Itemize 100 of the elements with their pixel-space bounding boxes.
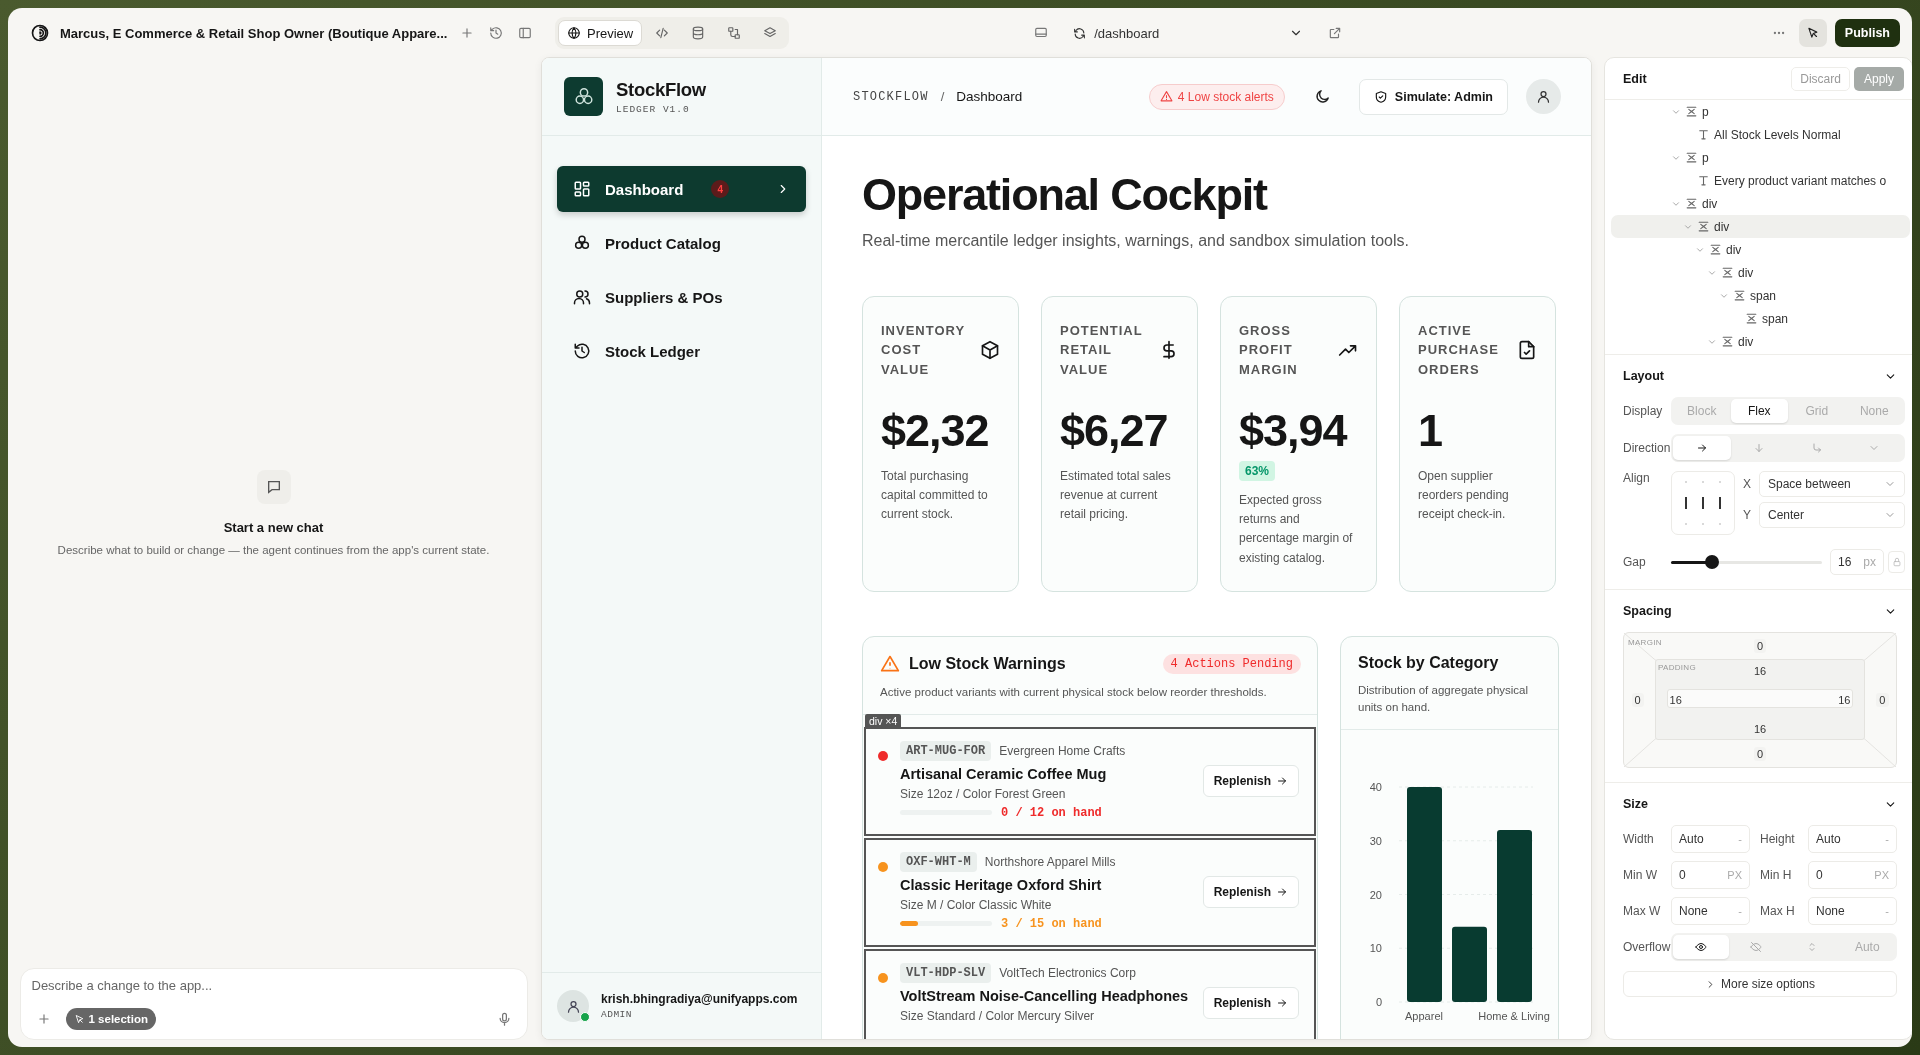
field-label: Align <box>1623 471 1651 485</box>
lock-icon <box>1891 557 1902 567</box>
low-stock-item[interactable]: ART-MUG-FOR Evergreen Home Crafts Artisanal Ceramic Coffee Mug Size 12oz / Color Forest Green 0 / 12 on hand Replenish <box>864 726 1316 836</box>
axis-label: 0 <box>1375 996 1382 1008</box>
dashboard-icon <box>573 180 591 198</box>
url-field[interactable]: /dashboard <box>1065 19 1312 47</box>
nav-item[interactable]: Dashboard 4 <box>557 166 806 212</box>
eye-icon <box>1694 941 1707 953</box>
code-icon <box>655 26 670 40</box>
tree-node[interactable]: span <box>1611 307 1910 330</box>
microphone-icon <box>497 1011 512 1027</box>
preview-tab[interactable]: Preview <box>558 20 643 46</box>
tree-node[interactable]: All Stock Levels Normal <box>1611 123 1910 146</box>
axis-label: 40 <box>1369 781 1382 793</box>
field-label: Overflow <box>1623 940 1671 954</box>
product-name: VoltStream Noise-Cancelling Headphones <box>900 987 1190 1004</box>
tree-node[interactable]: div <box>1611 261 1910 284</box>
element-node-icon <box>1721 266 1734 279</box>
field-label: Display <box>1623 404 1664 418</box>
padding-value[interactable]: 16 <box>1750 722 1770 736</box>
stat-description: Estimated total sales revenue at current retail pricing. <box>1060 468 1172 524</box>
justify-dropdown[interactable]: Space between <box>1759 471 1905 497</box>
axis-label: 10 <box>1369 942 1382 955</box>
product-name: Classic Heritage Oxford Shirt <box>900 876 1103 893</box>
tree-node[interactable]: div <box>1611 330 1910 353</box>
margin-value[interactable]: 0 <box>1753 639 1767 653</box>
margin-value[interactable]: 0 <box>1876 693 1889 707</box>
replenish-button[interactable]: Replenish <box>1202 876 1299 909</box>
empty-chat-description: Describe what to build or change — the agent continues from the app's current state. <box>57 544 490 556</box>
padding-value[interactable]: 16 <box>1750 664 1770 678</box>
field-label: Height <box>1760 832 1796 846</box>
profile-button[interactable] <box>1526 79 1561 114</box>
monitor-icon <box>1034 26 1049 40</box>
size-input[interactable]: 0 PX <box>1671 861 1750 889</box>
panel-title: Edit <box>1623 71 1647 86</box>
stock-reading: 0 / 12 on hand <box>1001 805 1102 820</box>
low-stock-item[interactable]: OXF-WHT-M Northshore Apparel Mills Classic Heritage Oxford Shirt Size M / Color Classic White 3 / 15 on hand Replenish <box>864 837 1316 947</box>
page-subtitle: Real-time mercantile ledger insights, warnings, and sandbox simulation tools. <box>862 231 1410 250</box>
stat-label: ACTIVE PURCHASE ORDERS <box>1418 321 1500 379</box>
replenish-button[interactable]: Replenish <box>1202 765 1299 798</box>
variant-text: Size 12oz / Color Forest Green <box>900 786 1067 801</box>
version-label: LEDGER V1.0 <box>616 103 691 115</box>
axis-label: 20 <box>1369 888 1382 901</box>
axis-label: Home & Living <box>1478 1010 1550 1022</box>
product-name: Artisanal Ceramic Coffee Mug <box>900 765 1108 782</box>
low-stock-item[interactable]: VLT-HDP-SLV VoltTech Electronics Corp VoltStream Noise-Cancelling Headphones Size Standard / Color Mercury Silver Replenish <box>864 948 1316 1039</box>
more-size-options-button[interactable]: More size options <box>1623 971 1897 997</box>
select-mode-button[interactable] <box>1798 19 1827 47</box>
users-icon <box>573 288 591 306</box>
margin-value[interactable]: 0 <box>1753 747 1767 761</box>
nav-item[interactable]: Suppliers & POs <box>557 274 806 320</box>
element-node-icon <box>1721 335 1734 348</box>
tree-node[interactable]: p <box>1611 146 1910 169</box>
empty-chat-title: Start a new chat <box>223 520 324 535</box>
selection-chip[interactable]: 1 selection <box>65 1008 156 1030</box>
display-option[interactable]: Flex <box>1730 399 1788 423</box>
tree-node[interactable]: div <box>1611 238 1910 261</box>
user-role: ADMIN <box>601 1009 633 1020</box>
size-input[interactable]: None - <box>1808 897 1897 925</box>
size-input[interactable]: Auto - <box>1671 825 1750 853</box>
supplier-name: Northshore Apparel Mills <box>984 854 1116 869</box>
layers-icon <box>763 26 778 40</box>
stat-description: Open supplier reorders pending receipt check-in. <box>1418 468 1510 524</box>
chat-input-box[interactable]: Describe a change to the app... 1 selection <box>19 968 528 1040</box>
publish-button[interactable]: Publish <box>1834 19 1900 47</box>
margin-value[interactable]: 0 <box>1631 693 1644 707</box>
cube-icon <box>980 339 1000 360</box>
gap-slider[interactable] <box>1671 555 1822 569</box>
nav-item[interactable]: Product Catalog <box>557 220 806 266</box>
nav-item[interactable]: Stock Ledger <box>557 328 806 374</box>
overflow-option[interactable] <box>1673 935 1729 959</box>
axis-label: X <box>1743 477 1751 491</box>
arrow-right-icon <box>1276 775 1288 788</box>
tree-node[interactable]: Every product variant matches o <box>1611 169 1910 192</box>
tree-node[interactable]: span <box>1611 284 1910 307</box>
project-title: Marcus, E Commerce & Retail Shop Owner (Boutique Appare... <box>60 25 448 41</box>
tree-node[interactable]: div <box>1611 192 1910 215</box>
tree-node[interactable]: div <box>1611 215 1910 238</box>
tree-node[interactable]: p <box>1611 100 1910 123</box>
size-input[interactable]: None - <box>1671 897 1750 925</box>
breadcrumb-root[interactable]: STOCKFLOW <box>853 89 929 104</box>
box-model-editor[interactable]: MARGIN PADDING 0 0 0 0 16 16 16 16 <box>1623 632 1897 768</box>
selection-label: div ×4 <box>865 713 902 728</box>
stat-label: GROSS PROFIT MARGIN <box>1239 321 1299 379</box>
cursor-icon <box>73 1013 85 1025</box>
padding-value[interactable]: 16 <box>1835 693 1854 707</box>
database-icon <box>691 26 706 40</box>
breadcrumb-page: Dashboard <box>956 89 1023 104</box>
gap-input[interactable]: 16 px <box>1830 549 1884 575</box>
padding-value[interactable]: 16 <box>1666 693 1685 707</box>
sku-tag: VLT-HDP-SLV <box>900 962 992 983</box>
eye-off-icon <box>1750 941 1763 953</box>
simulate-role-button[interactable]: Simulate: Admin <box>1358 78 1508 115</box>
size-input[interactable]: 0 PX <box>1808 861 1897 889</box>
stat-value: $3,94 <box>1239 405 1349 457</box>
size-input[interactable]: Auto - <box>1808 825 1897 853</box>
replenish-button[interactable]: Replenish <box>1202 987 1299 1020</box>
pending-badge: 4 Actions Pending <box>1162 653 1301 674</box>
element-node-icon <box>1733 289 1746 302</box>
align-dropdown[interactable]: Center <box>1759 502 1905 528</box>
